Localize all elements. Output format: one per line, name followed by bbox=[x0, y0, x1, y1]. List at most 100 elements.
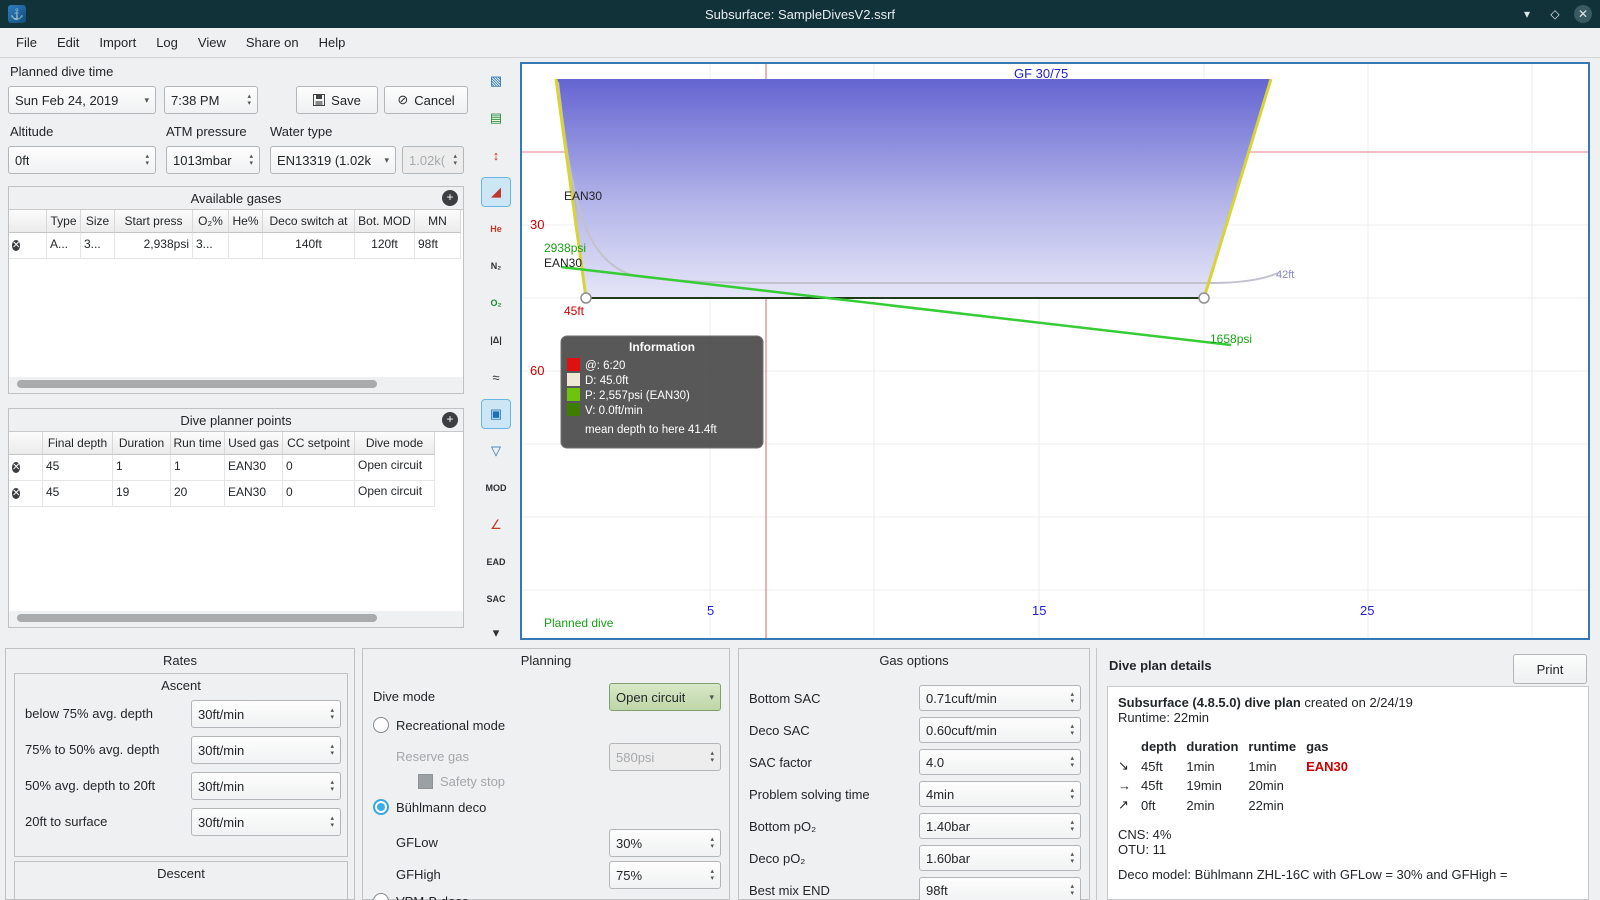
dive-time-spinner[interactable]: 7:38 PM ▴ ▾ bbox=[164, 86, 258, 114]
spinner-arrows-icon[interactable]: ▴ ▾ bbox=[706, 836, 714, 850]
vpmb-radio[interactable] bbox=[373, 893, 389, 900]
col-final-depth[interactable]: Final depth bbox=[43, 432, 113, 455]
col-size[interactable]: Size bbox=[81, 210, 115, 233]
deco-sac-spinner[interactable]: 0.60cuft/min ▴ ▾ bbox=[919, 717, 1081, 743]
atm-pressure-spinner[interactable]: 1013mbar ▴ ▾ bbox=[166, 146, 260, 174]
col-duration[interactable]: Duration bbox=[113, 432, 171, 455]
dc-ceiling-icon[interactable]: ↕ bbox=[481, 140, 511, 170]
dive-mode-select[interactable]: Open circuit ▾ bbox=[609, 683, 721, 711]
picture-icon[interactable]: ▤ bbox=[481, 103, 511, 133]
save-button[interactable]: Save bbox=[296, 86, 378, 114]
spinner-arrows-icon[interactable]: ▴ ▾ bbox=[706, 868, 714, 882]
close-icon[interactable]: ✕ bbox=[1574, 5, 1592, 23]
dive-date-select[interactable]: Sun Feb 24, 2019 ▾ bbox=[8, 86, 156, 114]
menu-edit[interactable]: Edit bbox=[47, 30, 89, 55]
gases-hscrollbar[interactable] bbox=[17, 380, 377, 388]
map-icon[interactable]: ▧ bbox=[481, 66, 511, 96]
points-hscrollbar[interactable] bbox=[17, 614, 377, 622]
o2-graph-icon[interactable]: O₂ bbox=[481, 288, 511, 318]
col-o2[interactable]: O₂% bbox=[193, 210, 229, 233]
ascent-title: Ascent bbox=[161, 677, 201, 693]
menu-log[interactable]: Log bbox=[146, 30, 188, 55]
tooltip-line: V: 0.0ft/min bbox=[585, 405, 643, 417]
point-row[interactable]: ✕ 45 19 20 EAN30 0 Open circuit bbox=[9, 481, 463, 507]
mod-icon[interactable]: MOD bbox=[481, 473, 511, 503]
ascent-rate-spinner-2[interactable]: 30ft/min ▴ ▾ bbox=[191, 736, 341, 764]
point-row[interactable]: ✕ 45 1 1 EAN30 0 Open circuit bbox=[9, 455, 463, 481]
spinner-arrows-icon[interactable]: ▴ ▾ bbox=[245, 153, 253, 167]
plan-table-header: depth duration runtime gas bbox=[1141, 739, 1329, 754]
dive-profile-chart[interactable]: GF 30/75 EAN30 2938psi EAN30 45ft 1658ps… bbox=[520, 62, 1590, 640]
spinner-arrows-icon[interactable]: ▴ ▾ bbox=[1066, 851, 1074, 865]
water-type-select[interactable]: EN13319 (1.02k ▾ bbox=[270, 146, 396, 174]
spinner-arrows-icon[interactable]: ▴ ▾ bbox=[326, 743, 334, 757]
buhlmann-radio[interactable] bbox=[373, 799, 389, 815]
tissue-delta-icon[interactable]: |Δ| bbox=[481, 325, 511, 355]
menu-share-on[interactable]: Share on bbox=[236, 30, 309, 55]
maximize-icon[interactable]: ◇ bbox=[1546, 5, 1564, 23]
col-he[interactable]: He% bbox=[229, 210, 263, 233]
waypoint-handle[interactable] bbox=[580, 292, 592, 304]
menu-file[interactable]: File bbox=[6, 30, 47, 55]
menu-view[interactable]: View bbox=[188, 30, 236, 55]
he-graph-icon[interactable]: He bbox=[481, 214, 511, 244]
spinner-arrows-icon[interactable]: ▴ ▾ bbox=[1066, 723, 1074, 737]
delete-point-icon[interactable]: ✕ bbox=[12, 488, 21, 499]
col-cc-setpoint[interactable]: CC setpoint bbox=[283, 432, 355, 455]
heart-rate-icon[interactable]: ≈ bbox=[481, 362, 511, 392]
sac-icon[interactable]: SAC bbox=[481, 584, 511, 614]
ead-icon[interactable]: EAD bbox=[481, 547, 511, 577]
info-tooltip[interactable]: Information @: 6:20 D: 45.0ft P: 2,557ps… bbox=[560, 335, 764, 449]
tissues-icon[interactable]: ▽ bbox=[481, 436, 511, 466]
ruler-icon[interactable]: ∠ bbox=[481, 510, 511, 540]
spinner-arrows-icon[interactable]: ▴ ▾ bbox=[326, 779, 334, 793]
print-button[interactable]: Print bbox=[1513, 654, 1587, 684]
col-bot-mod[interactable]: Bot. MOD bbox=[355, 210, 415, 233]
sac-factor-spinner[interactable]: 4.0 ▴ ▾ bbox=[919, 749, 1081, 775]
col-dive-mode[interactable]: Dive mode bbox=[355, 432, 435, 455]
gfhigh-spinner[interactable]: 75% ▴ ▾ bbox=[609, 861, 721, 889]
altitude-spinner[interactable]: 0ft ▴ ▾ bbox=[8, 146, 156, 174]
gf-label: GF 30/75 bbox=[1014, 66, 1068, 81]
minimize-icon[interactable]: ▾ bbox=[1518, 5, 1536, 23]
add-gas-button[interactable]: + bbox=[442, 190, 458, 206]
ascent-rate-spinner-1[interactable]: 30ft/min ▴ ▾ bbox=[191, 700, 341, 728]
col-used-gas[interactable]: Used gas bbox=[225, 432, 283, 455]
col-run-time[interactable]: Run time bbox=[171, 432, 225, 455]
bottom-po2-spinner[interactable]: 1.40bar ▴ ▾ bbox=[919, 813, 1081, 839]
spinner-arrows-icon[interactable]: ▴ ▾ bbox=[1066, 819, 1074, 833]
spinner-arrows-icon[interactable]: ▴ ▾ bbox=[243, 93, 251, 107]
calculated-ceiling-icon[interactable]: ◢ bbox=[481, 177, 511, 207]
best-mix-end-spinner[interactable]: 98ft ▴ ▾ bbox=[919, 877, 1081, 900]
col-type[interactable]: Type bbox=[47, 210, 81, 233]
col-deco-switch[interactable]: Deco switch at bbox=[263, 210, 355, 233]
spinner-arrows-icon[interactable]: ▴ ▾ bbox=[141, 153, 149, 167]
spinner-arrows-icon[interactable]: ▴ ▾ bbox=[326, 707, 334, 721]
problem-solving-spinner[interactable]: 4min ▴ ▾ bbox=[919, 781, 1081, 807]
rate-label: 20ft to surface bbox=[25, 814, 108, 829]
gflow-spinner[interactable]: 30% ▴ ▾ bbox=[609, 829, 721, 857]
ascent-rate-spinner-4[interactable]: 30ft/min ▴ ▾ bbox=[191, 808, 341, 836]
col-mn[interactable]: MN bbox=[415, 210, 461, 233]
photos-icon[interactable]: ▣ bbox=[481, 399, 511, 429]
scroll-down-icon[interactable]: ▾ bbox=[481, 618, 511, 648]
cancel-button[interactable]: ⊘ Cancel bbox=[384, 86, 468, 114]
spinner-arrows-icon[interactable]: ▴ ▾ bbox=[1066, 755, 1074, 769]
deco-po2-spinner[interactable]: 1.60bar ▴ ▾ bbox=[919, 845, 1081, 871]
recreational-radio[interactable] bbox=[373, 717, 389, 733]
bottom-sac-spinner[interactable]: 0.71cuft/min ▴ ▾ bbox=[919, 685, 1081, 711]
add-point-button[interactable]: + bbox=[442, 412, 458, 428]
delete-gas-icon[interactable]: ✕ bbox=[12, 240, 21, 251]
spinner-arrows-icon[interactable]: ▴ ▾ bbox=[326, 815, 334, 829]
ascent-rate-spinner-3[interactable]: 30ft/min ▴ ▾ bbox=[191, 772, 341, 800]
spinner-arrows-icon[interactable]: ▴ ▾ bbox=[1066, 787, 1074, 801]
spinner-arrows-icon[interactable]: ▴ ▾ bbox=[1066, 883, 1074, 897]
n2-graph-icon[interactable]: N₂ bbox=[481, 251, 511, 281]
col-start-press[interactable]: Start press bbox=[115, 210, 193, 233]
menu-import[interactable]: Import bbox=[89, 30, 146, 55]
waypoint-handle[interactable] bbox=[1198, 292, 1210, 304]
spinner-arrows-icon[interactable]: ▴ ▾ bbox=[1066, 691, 1074, 705]
menu-help[interactable]: Help bbox=[309, 30, 356, 55]
delete-point-icon[interactable]: ✕ bbox=[12, 462, 21, 473]
gas-row[interactable]: ✕ A... 3... 2,938psi 3... 140ft 120ft 98… bbox=[9, 233, 463, 259]
